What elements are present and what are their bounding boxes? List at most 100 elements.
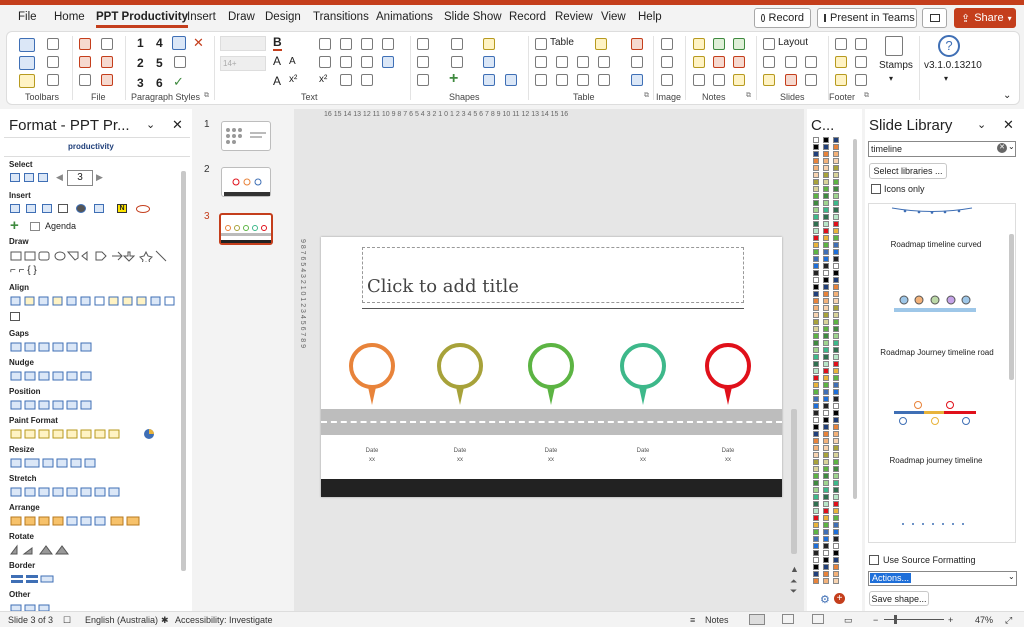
color-swatch[interactable] [823, 137, 829, 143]
color-swatch[interactable] [813, 326, 819, 332]
reading-view-icon[interactable] [812, 614, 824, 624]
table-text-icon[interactable] [631, 56, 643, 68]
color-swatch[interactable] [833, 571, 839, 577]
color-swatch[interactable] [813, 452, 819, 458]
color-swatch[interactable] [823, 529, 829, 535]
color-swatch[interactable] [813, 480, 819, 486]
slide-sections-icon[interactable] [805, 56, 817, 68]
color-swatch[interactable] [823, 179, 829, 185]
color-swatch[interactable] [813, 270, 819, 276]
color-swatch[interactable] [823, 144, 829, 150]
file-ppt-icon[interactable] [79, 56, 91, 68]
color-swatch[interactable] [813, 410, 819, 416]
toolbar-pane-icon[interactable] [19, 56, 35, 70]
shape-outline-icon[interactable] [451, 38, 463, 50]
notes-icon[interactable]: ≡ [690, 615, 695, 625]
spellcheck-icon[interactable]: ☐ [63, 615, 71, 626]
colors-scrollbar[interactable] [853, 139, 857, 499]
color-swatch[interactable] [833, 256, 839, 262]
color-swatch[interactable] [813, 172, 819, 178]
editor-scrollbar[interactable] [791, 409, 797, 554]
color-swatch[interactable] [833, 305, 839, 311]
paragraph-style-2[interactable]: 2 [137, 56, 144, 70]
color-swatch[interactable] [813, 536, 819, 542]
icons-only-checkbox[interactable] [871, 184, 881, 194]
shape-format-icon[interactable] [483, 56, 495, 68]
color-swatch[interactable] [833, 200, 839, 206]
color-swatch[interactable] [823, 354, 829, 360]
color-swatch[interactable] [833, 186, 839, 192]
footer-number-icon[interactable] [855, 56, 867, 68]
color-swatch[interactable] [833, 424, 839, 430]
insert-oval-icon[interactable] [136, 205, 150, 213]
color-swatch[interactable] [833, 564, 839, 570]
color-swatch[interactable] [823, 438, 829, 444]
color-swatch[interactable] [823, 536, 829, 542]
color-swatch[interactable] [833, 249, 839, 255]
align-left-icon[interactable] [319, 38, 331, 50]
zoom-level[interactable]: 47% [975, 615, 993, 625]
zoom-slider-thumb[interactable] [894, 615, 897, 624]
color-swatch[interactable] [823, 214, 829, 220]
color-swatch[interactable] [813, 438, 819, 444]
table-row-icon[interactable] [535, 56, 547, 68]
color-swatch[interactable] [823, 382, 829, 388]
insert-box-icon[interactable] [94, 204, 104, 213]
color-swatch[interactable] [813, 361, 819, 367]
slideshow-icon[interactable]: ▭ [844, 615, 853, 626]
slide-new-icon[interactable] [805, 74, 817, 86]
color-swatch[interactable] [823, 396, 829, 402]
stamps-label[interactable]: Stamps [879, 60, 913, 71]
bullet-list-icon[interactable] [174, 56, 186, 68]
align-slide-icon[interactable] [10, 312, 20, 321]
color-swatch[interactable] [823, 221, 829, 227]
change-case-icon[interactable]: A [273, 74, 281, 88]
color-swatch[interactable] [823, 501, 829, 507]
font-size-box[interactable]: 14+ [220, 56, 266, 71]
color-swatch[interactable] [813, 396, 819, 402]
color-swatch[interactable] [833, 501, 839, 507]
color-swatch[interactable] [813, 494, 819, 500]
tab-ppt-productivity[interactable]: PPT Productivity [96, 11, 189, 28]
indent-icon[interactable] [319, 56, 331, 68]
apply-check-icon[interactable]: ✓ [173, 74, 184, 90]
format-pane-scrollbar[interactable] [181, 171, 186, 571]
color-swatch[interactable] [813, 291, 819, 297]
fit-slide-icon[interactable]: ⤢ [1005, 615, 1012, 626]
color-swatch[interactable] [813, 186, 819, 192]
color-swatch[interactable] [833, 214, 839, 220]
color-swatch[interactable] [833, 270, 839, 276]
color-swatch[interactable] [813, 578, 819, 584]
color-swatch[interactable] [813, 564, 819, 570]
color-swatch[interactable] [813, 235, 819, 241]
paragraph-style-5[interactable]: 5 [156, 56, 163, 70]
color-swatch[interactable] [833, 284, 839, 290]
color-swatch[interactable] [823, 543, 829, 549]
color-swatch[interactable] [813, 508, 819, 514]
color-swatch[interactable] [823, 284, 829, 290]
help-icon[interactable]: ? [938, 35, 960, 57]
color-swatch[interactable] [823, 186, 829, 192]
chevron-down-icon[interactable]: ▾ [944, 74, 948, 83]
color-swatch[interactable] [813, 529, 819, 535]
color-swatch[interactable] [813, 319, 819, 325]
footer-remove-icon[interactable] [855, 74, 867, 86]
table-style-icon[interactable] [595, 38, 607, 50]
color-swatch[interactable] [813, 375, 819, 381]
text-effects-icon[interactable]: x² [289, 74, 297, 85]
color-swatch[interactable] [833, 494, 839, 500]
color-swatch[interactable] [833, 375, 839, 381]
save-shape-button[interactable]: Save shape... [869, 591, 929, 606]
previous-icon[interactable]: ◀ [56, 172, 63, 183]
color-swatch[interactable] [813, 473, 819, 479]
color-swatch[interactable] [813, 214, 819, 220]
file-send-icon[interactable] [101, 74, 113, 86]
color-swatch[interactable] [823, 375, 829, 381]
color-swatch[interactable] [823, 431, 829, 437]
library-scrollbar[interactable] [1009, 234, 1014, 380]
table-merge-icon[interactable] [577, 56, 589, 68]
color-swatch[interactable] [833, 403, 839, 409]
color-swatch[interactable] [823, 494, 829, 500]
select-libraries-button[interactable]: Select libraries ... [869, 163, 947, 179]
color-swatch[interactable] [833, 340, 839, 346]
